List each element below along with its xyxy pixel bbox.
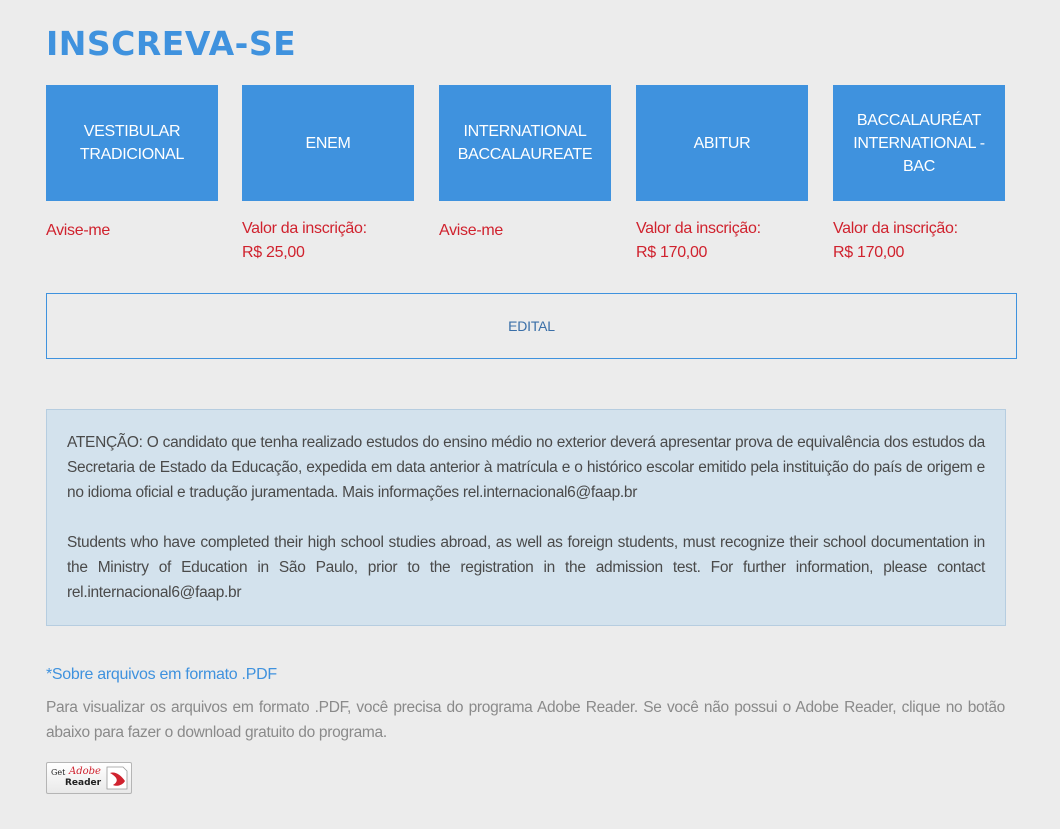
attention-notice: ATENÇÃO: O candidato que tenha realizado… xyxy=(46,409,1006,626)
exam-card-vestibular-tradicional[interactable]: VESTIBULAR TRADICIONAL xyxy=(46,85,218,201)
exam-card-label: INTERNATIONAL BACCALAUREATE xyxy=(457,123,593,163)
fee-label: Valor da inscrição: xyxy=(242,220,367,237)
exam-info-enem: Valor da inscrição: R$ 25,00 xyxy=(242,217,422,265)
exam-card-bac[interactable]: BACCALAURÉAT INTERNATIONAL - BAC xyxy=(833,85,1005,201)
page: INSCREVA-SE VESTIBULAR TRADICIONAL ENEM … xyxy=(0,0,1060,829)
fee-value: R$ 170,00 xyxy=(636,244,708,261)
edital-button[interactable]: EDITAL xyxy=(46,293,1017,359)
exam-card-label: VESTIBULAR TRADICIONAL xyxy=(79,123,185,163)
exam-card-abitur[interactable]: ABITUR xyxy=(636,85,808,201)
get-adobe-reader-button[interactable]: Get Adobe Reader xyxy=(46,762,132,794)
exam-info-abitur: Valor da inscrição: R$ 170,00 xyxy=(636,217,816,265)
page-title: INSCREVA-SE xyxy=(46,24,297,63)
exam-card-label: BACCALAURÉAT INTERNATIONAL - BAC xyxy=(853,111,985,175)
badge-get-text: Get xyxy=(51,768,66,777)
pdf-info-title: *Sobre arquivos em formato .PDF xyxy=(46,666,277,683)
exam-info-international-baccalaureate: Avise-me xyxy=(439,217,619,243)
notify-me-link[interactable]: Avise-me xyxy=(439,219,503,243)
notice-text-en: Students who have completed their high s… xyxy=(67,534,985,601)
edital-button-label: EDITAL xyxy=(508,318,555,334)
badge-product-text: Reader xyxy=(65,778,102,788)
exam-card-label: ENEM xyxy=(305,134,351,152)
fee-value: R$ 25,00 xyxy=(242,244,305,261)
fee-label: Valor da inscrição: xyxy=(636,220,761,237)
notify-me-link[interactable]: Avise-me xyxy=(46,219,110,243)
exam-info-bac: Valor da inscrição: R$ 170,00 xyxy=(833,217,1013,265)
exam-card-international-baccalaureate[interactable]: INTERNATIONAL BACCALAUREATE xyxy=(439,85,611,201)
fee-value: R$ 170,00 xyxy=(833,244,905,261)
badge-brand-text: Adobe xyxy=(69,766,101,777)
exam-info-vestibular-tradicional: Avise-me xyxy=(46,217,226,243)
exam-card-label: ABITUR xyxy=(693,134,751,152)
adobe-reader-icon xyxy=(106,766,128,790)
exam-card-enem[interactable]: ENEM xyxy=(242,85,414,201)
pdf-info-text: Para visualizar os arquivos em formato .… xyxy=(46,699,1005,741)
notice-text-pt: ATENÇÃO: O candidato que tenha realizado… xyxy=(67,434,985,501)
fee-label: Valor da inscrição: xyxy=(833,220,958,237)
